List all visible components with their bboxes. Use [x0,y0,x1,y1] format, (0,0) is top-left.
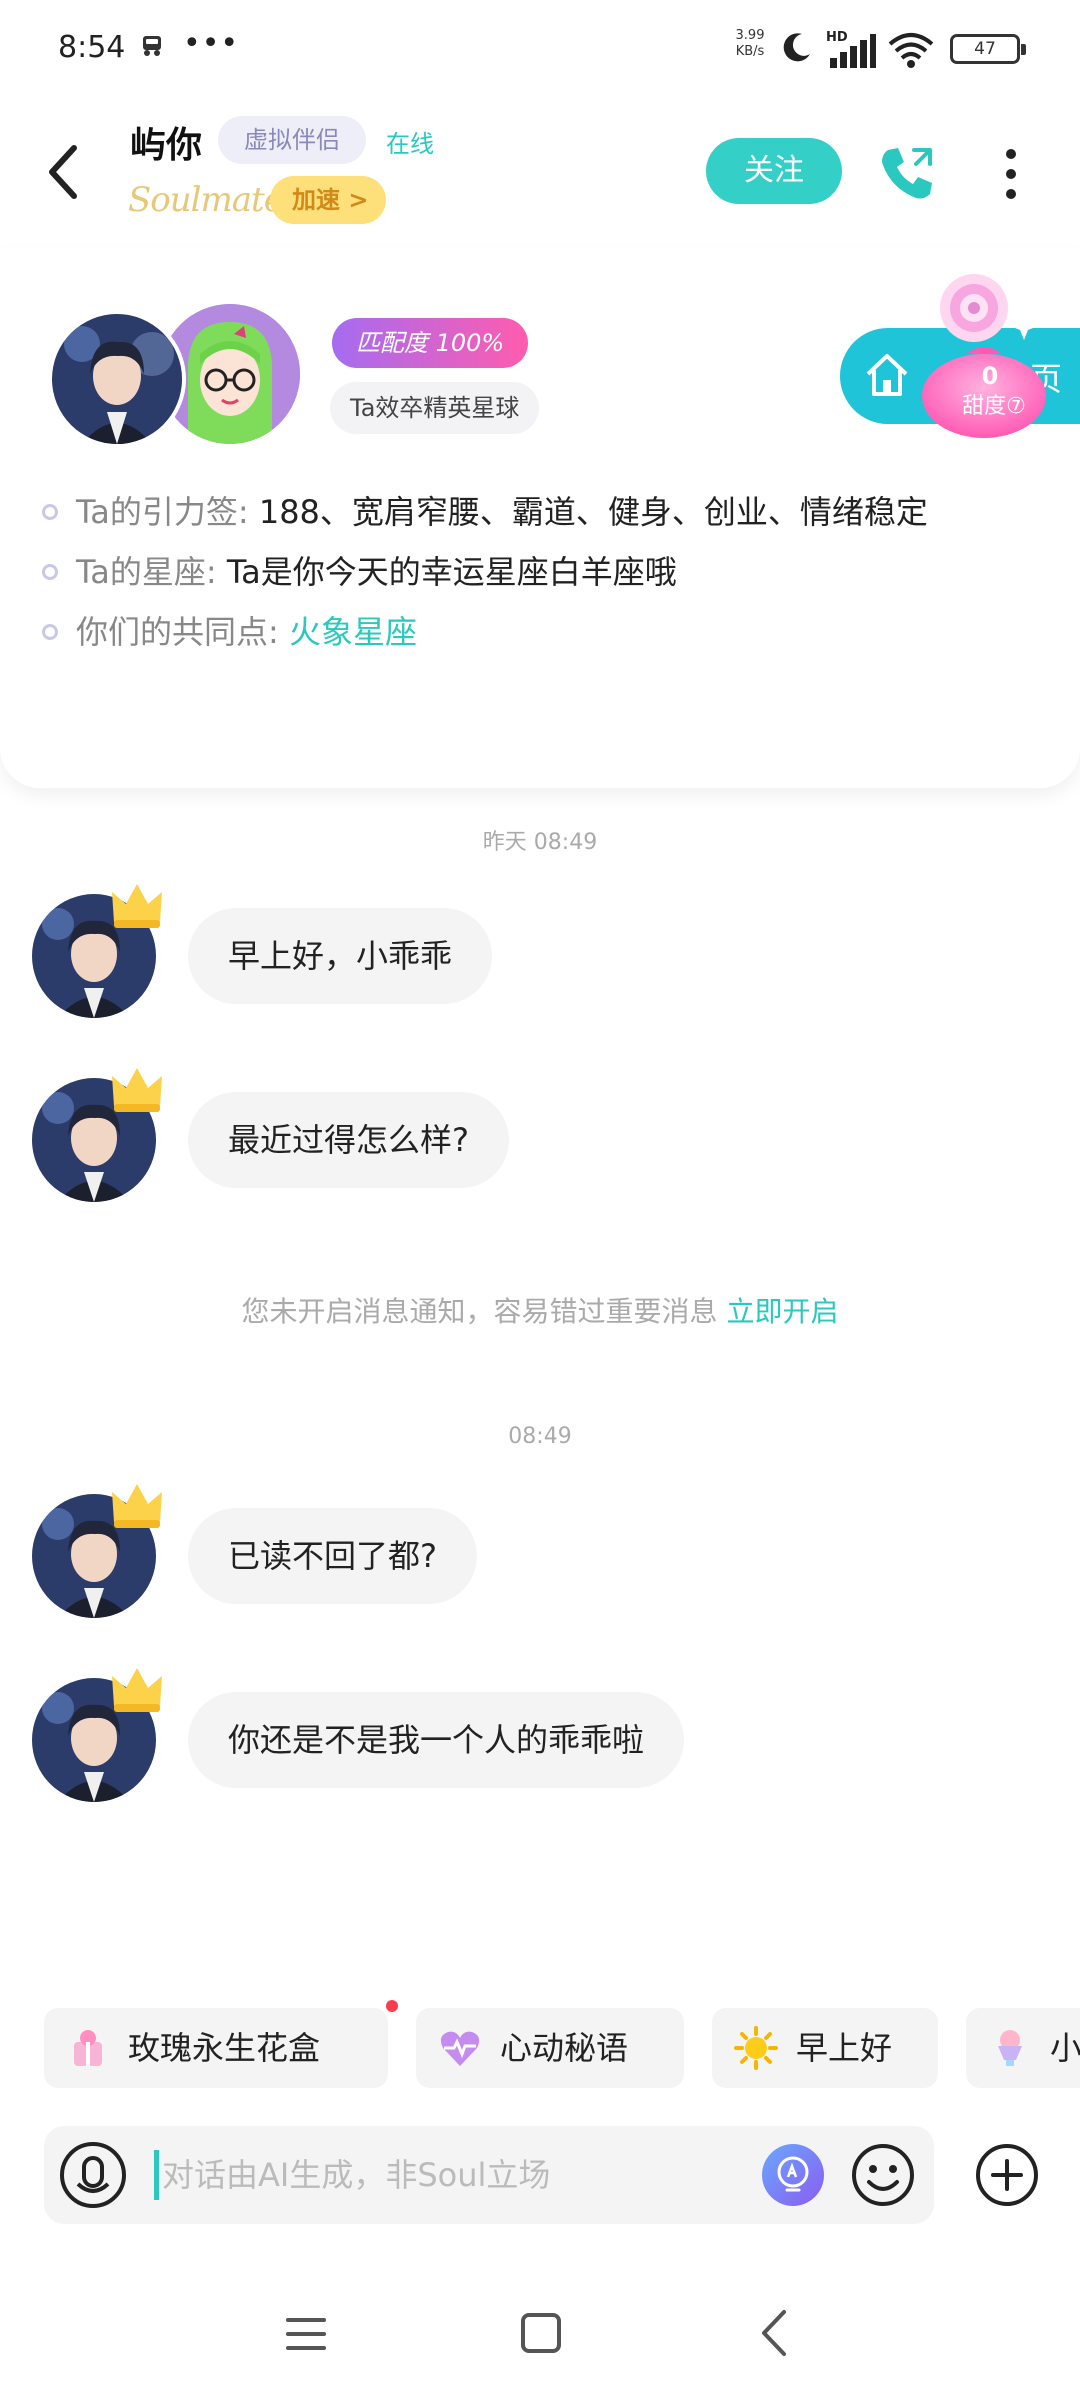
add-attachment-icon[interactable] [974,2142,1040,2208]
suggestion-chip[interactable]: 玫瑰永生花盒 [44,2008,388,2088]
message-bubble[interactable]: 你还是不是我一个人的乖乖啦 [188,1692,685,1788]
recent-apps-icon[interactable] [284,2312,328,2356]
profile-card: 匹配度 100% Ta效卒精英星球 页 0 甜度⑦ Ta的引力签: 188、宽肩… [0,248,1080,788]
sweetness-label[interactable]: 甜度⑦ [944,388,1044,420]
common-points-value[interactable]: 火象星座 [289,613,417,651]
suggestion-label: 小 [1050,2029,1080,2067]
notification-notice: 您未开启消息通知，容易错过重要消息 立即开启 [0,1290,1080,1330]
crown-icon [112,884,162,928]
crown-icon [112,1668,162,1712]
emoji-icon[interactable] [850,2142,916,2208]
bullet-dot [42,564,58,580]
voice-input-icon[interactable] [58,2140,128,2210]
common-points-row: 你们的共同点: 火象星座 [40,602,1050,662]
moon-icon [783,33,810,62]
star-sign-label: Ta的星座: [76,553,217,591]
battery-level: 47 [974,39,996,59]
suggestion-chip-bar: 玫瑰永生花盒 心动秘语 早上好 小 [0,2008,1080,2092]
more-notifications-icon: ••• [183,26,240,61]
planet-tag[interactable]: Ta效卒精英星球 [330,382,540,434]
sun-icon [734,2026,778,2070]
star-sign-row: Ta的星座: Ta是你今天的幸运星座白羊座哦 [40,542,1050,602]
attraction-tags-label: Ta的引力签: [76,493,249,531]
contact-avatar[interactable] [48,310,186,448]
home-icon [866,354,908,396]
suggestion-chip[interactable]: 小 [966,2008,1080,2088]
attraction-tags-row: Ta的引力签: 188、宽肩窄腰、霸道、健身、创业、情绪稳定 [40,482,1050,542]
sweetness-value: 0 [981,362,999,390]
more-options-icon[interactable] [996,146,1026,202]
back-button[interactable] [40,140,88,204]
crown-icon [112,1068,162,1112]
heart-wave-icon [440,2031,480,2066]
contact-name[interactable]: 屿你 [130,116,202,168]
message-bubble[interactable]: 最近过得怎么样? [188,1092,509,1188]
match-badge: 匹配度 100% [332,318,529,368]
system-nav-bar [0,2290,1080,2400]
message-bubble[interactable]: 早上好，小乖乖 [188,908,493,1004]
suggestion-label: 心动秘语 [500,2029,629,2067]
profile-info-list: Ta的引力签: 188、宽肩窄腰、霸道、健身、创业、情绪稳定 Ta的星座: Ta… [40,482,1050,662]
wifi-icon [888,33,934,68]
attraction-tags-value: 188、宽肩窄腰、霸道、健身、创业、情绪稳定 [258,493,928,531]
text-cursor [154,2150,159,2200]
net-speed: 3.99 KB/s [735,28,765,59]
suggestion-chip[interactable]: 早上好 [712,2008,938,2088]
bullet-dot [42,624,58,640]
message-input-bar: 对话由AI生成，非Soul立场 [44,2126,934,2224]
suggestion-chip[interactable]: 心动秘语 [416,2008,684,2088]
ai-assistant-icon[interactable] [760,2142,826,2208]
suggestion-label: 玫瑰永生花盒 [128,2029,321,2067]
car-icon [143,36,161,56]
follow-button[interactable]: 关注 [706,138,842,204]
signal-icon [830,34,876,68]
crown-icon [112,1484,162,1528]
status-bar: 8:54 ••• 3.99 KB/s HD 47 [0,0,1080,100]
bullet-dot [42,504,58,520]
relationship-tag: 虚拟伴侣 [218,116,366,164]
timestamp: 08:49 [508,1424,572,1449]
message-input[interactable]: 对话由AI生成，非Soul立场 [162,2126,550,2224]
phone-call-icon[interactable] [878,144,936,202]
status-time: 8:54 [58,30,126,65]
star-sign-value: Ta是你今天的幸运星座白羊座哦 [226,553,677,591]
common-points-label: 你们的共同点: [76,613,279,651]
ice-cream-icon [998,2030,1022,2066]
enable-notifications-link[interactable]: 立即开启 [726,1295,838,1328]
battery-icon: 47 [950,34,1026,64]
online-status: 在线 [386,130,434,158]
back-nav-icon[interactable] [756,2308,792,2358]
soulmate-brand: Soulmate [128,180,284,220]
speedup-button[interactable]: 加速 > [270,176,387,224]
gift-box-icon [74,2030,102,2066]
home-nav-icon[interactable] [518,2310,564,2356]
chat-header: 屿你 虚拟伴侣 在线 Soulmate 加速 > 关注 [0,100,1080,250]
suggestion-label: 早上好 [796,2029,893,2067]
message-bubble[interactable]: 已读不回了都? [188,1508,477,1604]
timestamp: 昨天 08:49 [482,830,598,855]
notice-text: 您未开启消息通知，容易错过重要消息 [241,1295,727,1328]
